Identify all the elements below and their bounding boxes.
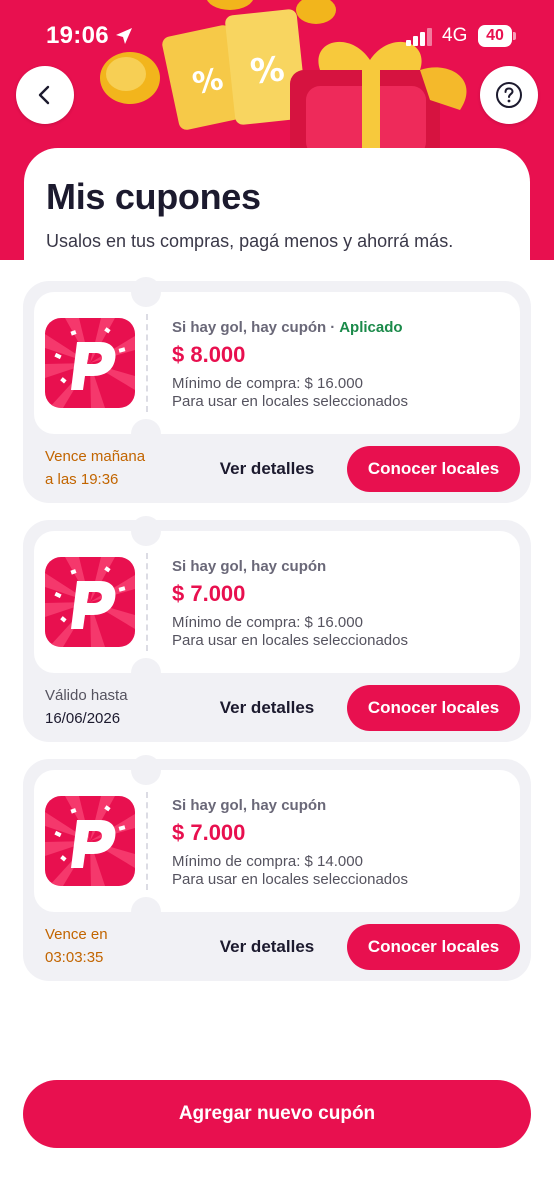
back-arrow-icon — [38, 85, 50, 105]
help-button[interactable] — [480, 66, 538, 124]
expiry-value: a las 19:36 — [45, 471, 119, 488]
applied-badge: Aplicado — [339, 319, 403, 336]
coupon-amount: $ 7.000 — [172, 820, 246, 845]
coupon-title: Si hay gol, hay cupón — [172, 797, 327, 814]
coupon-details-panel[interactable]: Si hay gol, hay cupón $ 7.000 Mínimo de … — [34, 755, 520, 927]
ticket-divider — [146, 553, 148, 651]
battery-level: 40 — [478, 25, 512, 47]
ticket-notch — [131, 658, 161, 688]
coupon-min-purchase: Mínimo de compra: $ 14.000 — [172, 853, 363, 870]
ticket-divider — [146, 314, 148, 412]
pedidosya-logo-icon — [45, 318, 135, 408]
battery-icon: 40 — [478, 25, 516, 47]
see-stores-button[interactable]: Conocer locales — [347, 924, 520, 970]
page-subtitle: Usalos en tus compras, pagá menos y ahor… — [46, 231, 454, 251]
view-details-button[interactable]: Ver detalles — [211, 929, 323, 965]
signal-icon — [406, 28, 432, 46]
coupon-min-purchase: Mínimo de compra: $ 16.000 — [172, 614, 363, 631]
coupon-card: Si hay gol, hay cupón $ 7.000 Mínimo de … — [23, 755, 531, 981]
see-stores-button[interactable]: Conocer locales — [347, 446, 520, 492]
coupon-title: Si hay gol, hay cupón — [172, 558, 327, 575]
ticket-notch — [131, 897, 161, 927]
coupon-details-panel[interactable]: Si hay gol, hay cupón $ 7.000 Mínimo de … — [34, 516, 520, 688]
page-title: Mis cupones — [46, 176, 261, 217]
coupon-card: Si hay gol, hay cupón · Aplicado $ 8.000 M… — [23, 277, 531, 503]
ticket-notch — [131, 755, 161, 785]
pedidosya-logo-icon — [45, 796, 135, 886]
coupon-amount: $ 7.000 — [172, 581, 246, 606]
expiry-value: 16/06/2026 — [45, 710, 121, 727]
back-button[interactable] — [16, 66, 74, 124]
view-details-button[interactable]: Ver detalles — [211, 451, 323, 487]
ticket-notch — [131, 277, 161, 307]
status-bar: 19:06 4G 40 — [0, 0, 554, 70]
coupon-amount: $ 8.000 — [172, 342, 246, 367]
pedidosya-logo-icon — [45, 557, 135, 647]
view-details-button[interactable]: Ver detalles — [211, 690, 323, 726]
add-coupon-button[interactable]: Agregar nuevo cupón — [23, 1080, 531, 1148]
expiry-label: Válido hasta — [45, 687, 128, 704]
coupon-title: Si hay gol, hay cupón · Aplicado — [172, 319, 403, 336]
help-icon — [496, 82, 522, 108]
coupon-details-panel[interactable]: Si hay gol, hay cupón · Aplicado $ 8.000 M… — [34, 277, 520, 449]
coupon-card: Si hay gol, hay cupón $ 7.000 Mínimo de … — [23, 516, 531, 742]
expiry-label: Vence en — [45, 926, 108, 943]
ticket-divider — [146, 792, 148, 890]
see-stores-button[interactable]: Conocer locales — [347, 685, 520, 731]
countdown-timer: 03:03:35 — [45, 949, 104, 966]
expiry-label: Vence mañana — [45, 448, 146, 465]
network-type: 4G — [442, 25, 468, 46]
status-time: 19:06 — [46, 22, 109, 49]
battery-tip — [513, 32, 516, 40]
coupon-usage: Para usar en locales seleccionados — [172, 393, 408, 410]
coupon-usage: Para usar en locales seleccionados — [172, 632, 408, 649]
location-arrow-icon — [116, 28, 132, 44]
separator-dot: · — [330, 319, 336, 336]
ticket-notch — [131, 516, 161, 546]
coupon-title-text: Si hay gol, hay cupón — [172, 319, 327, 336]
coupon-usage: Para usar en locales seleccionados — [172, 871, 408, 888]
coupon-min-purchase: Mínimo de compra: $ 16.000 — [172, 375, 363, 392]
